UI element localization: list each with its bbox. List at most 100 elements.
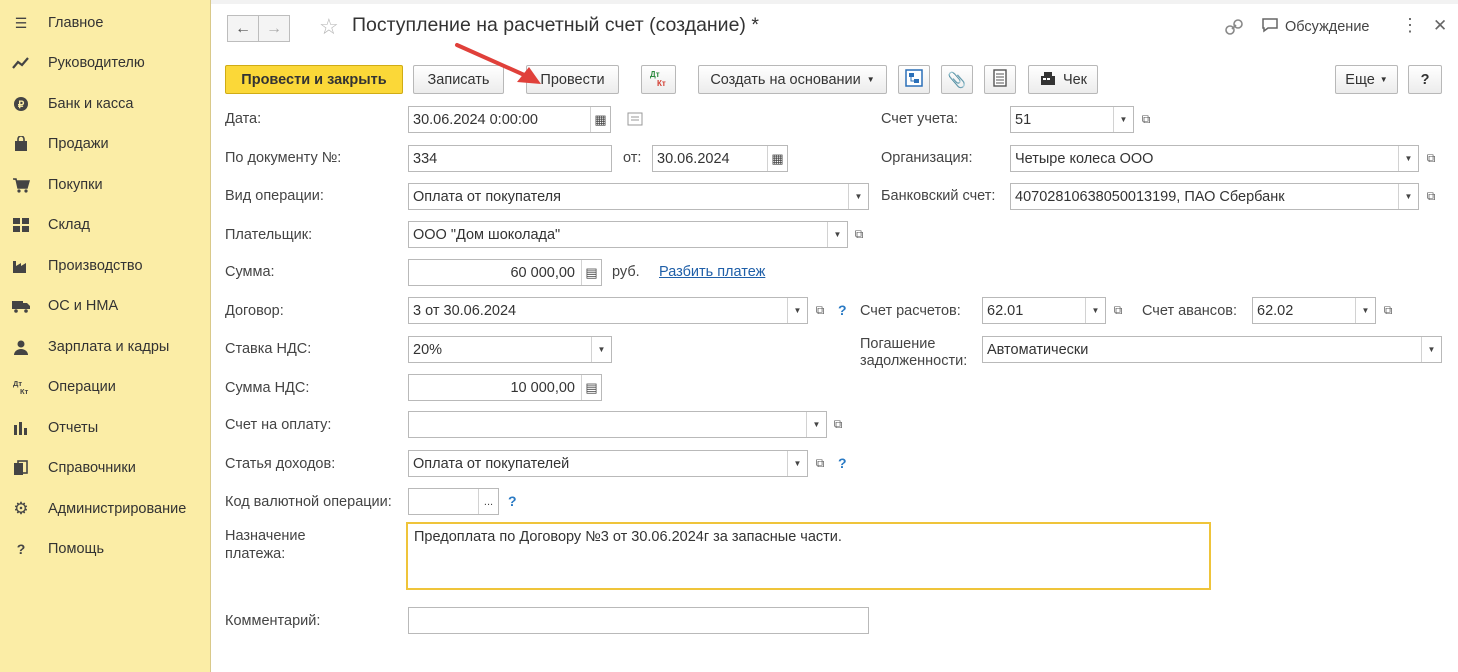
back-button[interactable]: ← [227,15,259,42]
date-field[interactable]: 30.06.2024 0:00:00 ▦ [408,106,611,133]
help-button[interactable]: ? [1408,65,1442,94]
open-icon[interactable]: ⧉ [809,297,831,324]
chevron-down-icon: ▼ [866,75,875,84]
chevron-down-icon[interactable]: ▼ [827,222,847,247]
advance-account-select[interactable]: 62.02 ▼ [1252,297,1376,324]
forward-button[interactable]: → [258,15,290,42]
sidebar-item-administration[interactable]: ⚙ Администрирование [0,489,211,529]
sidebar-item-main[interactable]: ☰ Главное [0,3,211,43]
more-button[interactable]: Еще ▼ [1335,65,1398,94]
sidebar-item-production[interactable]: Производство [0,246,211,286]
sidebar-item-manager[interactable]: Руководителю [0,43,211,83]
doc-number-value: 334 [413,151,438,167]
calculator-icon[interactable]: ▤ [581,260,601,285]
sidebar-item-salary[interactable]: Зарплата и кадры [0,327,211,367]
open-icon[interactable]: ⧉ [1420,183,1442,210]
question-icon: ? [16,541,26,557]
open-icon[interactable]: ⧉ [1377,297,1399,324]
comment-field[interactable] [408,607,869,634]
sidebar-item-label: Банк и касса [48,96,134,112]
contract-label: Договор: [225,303,284,319]
purpose-textarea[interactable]: Предоплата по Договору №3 от 30.06.2024г… [406,522,1211,590]
account-select[interactable]: 51 ▼ [1010,106,1134,133]
chevron-down-icon[interactable]: ▼ [787,298,807,323]
settlement-account-label: Счет расчетов: [860,303,961,319]
question-icon[interactable]: ? [838,455,847,471]
sidebar-item-fixed-assets[interactable]: ОС и НМА [0,286,211,326]
chevron-down-icon[interactable]: ▼ [1398,184,1418,209]
open-icon[interactable]: ⧉ [827,411,849,438]
print-button[interactable] [984,65,1016,94]
settlement-account-select[interactable]: 62.01 ▼ [982,297,1106,324]
open-icon[interactable]: ⧉ [809,450,831,477]
chevron-down-icon[interactable]: ▼ [1085,298,1105,323]
split-payment-link[interactable]: Разбить платеж [659,264,765,280]
sidebar-item-label: Склад [48,217,90,233]
contract-select[interactable]: 3 от 30.06.2024 ▼ [408,297,808,324]
sidebar-item-purchases[interactable]: Покупки [0,165,211,205]
operation-select[interactable]: Оплата от покупателя ▼ [408,183,869,210]
star-icon[interactable]: ☆ [319,14,339,40]
link-icon[interactable] [1223,16,1245,41]
close-icon[interactable]: ✕ [1433,16,1447,36]
sidebar-item-bank[interactable]: ₽ Банк и касса [0,84,211,124]
chevron-down-icon[interactable]: ▼ [1355,298,1375,323]
top-divider [211,0,1458,4]
org-select[interactable]: Четыре колеса ООО ▼ [1010,145,1419,172]
discussion-button[interactable]: Обсуждение [1261,17,1369,36]
org-label: Организация: [881,150,973,166]
sidebar-item-warehouse[interactable]: Склад [0,205,211,245]
contract-value: 3 от 30.06.2024 [413,303,517,319]
doc-number-field[interactable]: 334 [408,145,612,172]
open-icon[interactable]: ⧉ [1420,145,1442,172]
question-icon[interactable]: ? [838,302,847,318]
dt-kt-button[interactable]: Дт Кт [641,65,676,94]
chevron-down-icon[interactable]: ▼ [1113,107,1133,132]
arrow-left-icon: ← [235,19,251,37]
paperclip-icon: 📎 [947,71,967,89]
bank-account-select[interactable]: 40702810638050013199, ПАО Сбербанк ▼ [1010,183,1419,210]
amount-value: 60 000,00 [510,265,575,281]
receipt-button[interactable]: Чек [1028,65,1098,94]
post-and-close-button[interactable]: Провести и закрыть [225,65,403,94]
open-icon[interactable]: ⧉ [1135,106,1157,133]
sidebar-item-directories[interactable]: Справочники [0,448,211,488]
amount-field[interactable]: 60 000,00 ▤ [408,259,602,286]
income-item-select[interactable]: Оплата от покупателей ▼ [408,450,808,477]
sidebar-item-operations[interactable]: Дт Кт Операции [0,367,211,407]
sidebar-item-help[interactable]: ? Помощь [0,529,211,569]
currency-op-field[interactable]: ... [408,488,499,515]
comment-lines-icon[interactable] [627,112,643,129]
ellipsis-button[interactable]: ... [478,489,498,514]
sidebar-item-sales[interactable]: Продажи [0,124,211,164]
chevron-down-icon[interactable]: ▼ [848,184,868,209]
chevron-down-icon[interactable]: ▼ [1398,146,1418,171]
payer-value: ООО "Дом шоколада" [413,227,561,243]
create-based-on-button[interactable]: Создать на основании ▼ [698,65,887,94]
chevron-down-icon[interactable]: ▼ [806,412,826,437]
invoice-select[interactable]: ▼ [408,411,827,438]
attach-button[interactable]: 📎 [941,65,973,94]
vat-amount-field[interactable]: 10 000,00 ▤ [408,374,602,401]
sidebar-item-label: Помощь [48,541,105,557]
chevron-down-icon[interactable]: ▼ [787,451,807,476]
sidebar-item-label: Зарплата и кадры [48,339,170,355]
question-icon[interactable]: ? [508,493,517,509]
more-actions-icon[interactable]: ⋮ [1401,15,1419,36]
payer-select[interactable]: ООО "Дом шоколада" ▼ [408,221,848,248]
open-icon[interactable]: ⧉ [848,221,870,248]
from-date-field[interactable]: 30.06.2024 ▦ [652,145,788,172]
debt-repayment-select[interactable]: Автоматически ▼ [982,336,1442,363]
structure-button[interactable] [898,65,930,94]
vat-rate-select[interactable]: 20% ▼ [408,336,612,363]
org-value: Четыре колеса ООО [1015,151,1154,167]
vat-amount-label: Сумма НДС: [225,380,310,396]
chevron-down-icon[interactable]: ▼ [1421,337,1441,362]
calendar-icon[interactable]: ▦ [590,107,610,132]
chevron-down-icon[interactable]: ▼ [591,337,611,362]
sidebar-item-reports[interactable]: Отчеты [0,408,211,448]
calculator-icon[interactable]: ▤ [581,375,601,400]
open-icon[interactable]: ⧉ [1107,297,1129,324]
calendar-icon[interactable]: ▦ [767,146,787,171]
receipt-label: Чек [1062,71,1088,88]
